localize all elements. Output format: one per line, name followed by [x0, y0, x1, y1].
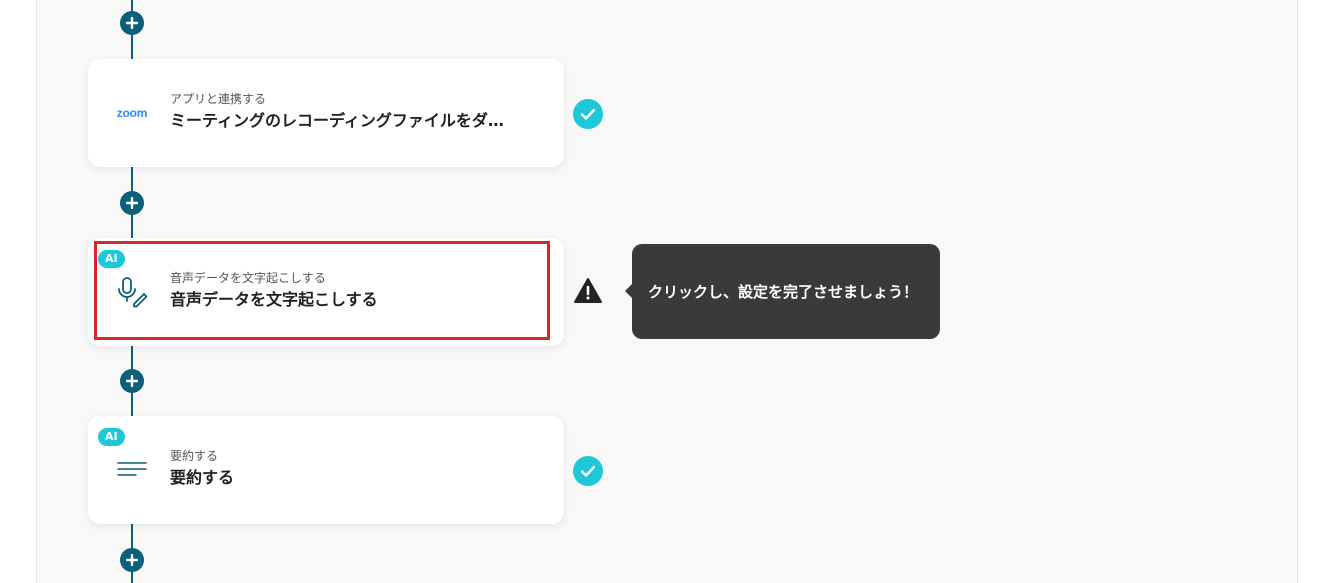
plus-icon — [126, 197, 138, 209]
step-title: 要約する — [170, 468, 235, 487]
check-circle-icon — [573, 99, 603, 129]
add-step-button[interactable] — [120, 191, 144, 215]
step-title: ミーティングのレコーディングファイルをダ… — [170, 111, 504, 130]
zoom-logo-text: zoom — [116, 106, 148, 120]
flow-step-transcribe[interactable]: AI 音声データを文字起こしする 音声データを文字起こしする — [88, 238, 564, 346]
add-step-button[interactable] — [120, 369, 144, 393]
plus-icon — [126, 17, 138, 29]
setup-tooltip: クリックし、設定を完了させましょう！ — [625, 244, 940, 339]
microphone-pen-icon — [114, 274, 150, 310]
zoom-logo: zoom — [114, 95, 150, 131]
plus-icon — [126, 554, 138, 566]
step-subtitle: 音声データを文字起こしする — [170, 271, 326, 285]
text-lines-icon — [114, 452, 150, 488]
check-circle-icon — [573, 456, 603, 486]
step-subtitle: アプリと連携する — [170, 92, 267, 106]
warning-icon — [574, 278, 602, 303]
step-title: 音声データを文字起こしする — [170, 290, 378, 309]
flow-step-zoom[interactable]: zoom アプリと連携する ミーティングのレコーディングファイルをダ… — [88, 59, 564, 167]
add-step-button[interactable] — [120, 548, 144, 572]
add-step-button[interactable] — [120, 11, 144, 35]
step-subtitle: 要約する — [170, 449, 219, 463]
ai-badge: AI — [98, 428, 125, 446]
ai-badge: AI — [98, 250, 125, 268]
plus-icon — [126, 375, 138, 387]
flow-step-summarize[interactable]: AI 要約する 要約する — [88, 416, 564, 524]
tooltip-text: クリックし、設定を完了させましょう！ — [648, 283, 919, 301]
